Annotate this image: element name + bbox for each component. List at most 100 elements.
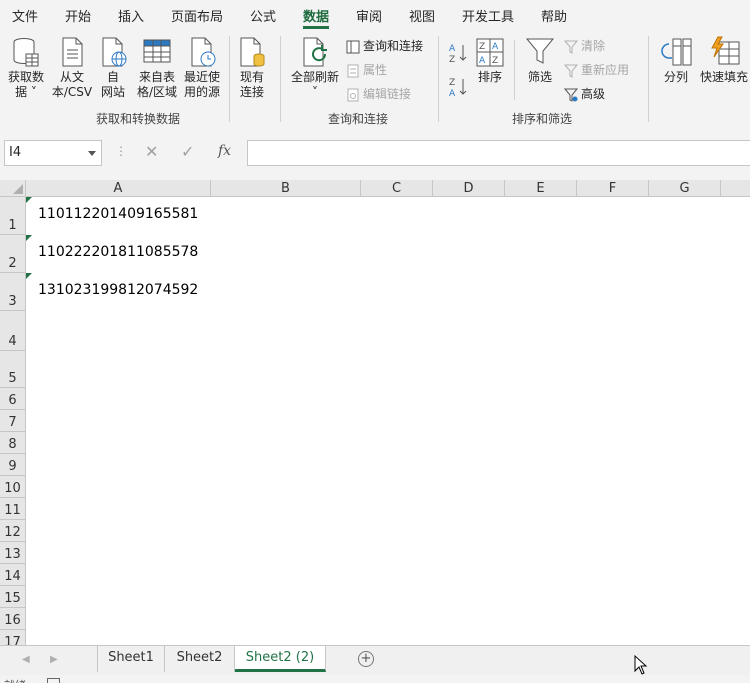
from-web-label-1: 自 (106, 70, 119, 84)
existing-connections-button[interactable]: 现有 连接 (234, 36, 270, 100)
scroll-tabs-left-icon[interactable]: ◀ (22, 654, 30, 665)
sheet-tab-sheet2-2[interactable]: Sheet2 (2) (235, 646, 326, 672)
column-header-b[interactable]: B (211, 180, 361, 197)
menu-tab-developer[interactable]: 开发工具 (462, 6, 514, 25)
row-header-15[interactable]: 15 (0, 586, 26, 608)
cancel-icon[interactable]: ✕ (145, 142, 158, 161)
svg-text:A: A (449, 44, 456, 54)
menu-tab-file[interactable]: 文件 (12, 6, 38, 25)
row-header-7[interactable]: 7 (0, 410, 26, 432)
from-text-csv-button[interactable]: 从文 本/CSV (50, 36, 94, 100)
queries-connections-button[interactable]: 查询和连接 (346, 37, 423, 55)
cell-a2[interactable]: 110222201811085578 (26, 244, 211, 260)
get-data-label-2: 据 ˅ (15, 85, 37, 99)
edit-links-button[interactable]: 编辑链接 (346, 85, 411, 103)
column-header-g[interactable]: G (649, 180, 721, 197)
sheet-tab-sheet2[interactable]: Sheet2 (165, 646, 235, 672)
cell-a3[interactable]: 131023199812074592 (26, 282, 211, 298)
existing-connections-label-2: 连接 (239, 85, 264, 99)
menu-tab-page-layout[interactable]: 页面布局 (171, 6, 223, 25)
advanced-filter-button[interactable]: 高级 (563, 85, 606, 103)
row-number: 5 (8, 371, 17, 386)
row-header-17[interactable]: 17 (0, 630, 26, 645)
row-header-5[interactable]: 5 (0, 351, 26, 388)
filter-button[interactable]: 筛选 (522, 36, 558, 85)
row-number: 6 (8, 393, 17, 408)
row-header-2[interactable]: 2 (0, 235, 26, 273)
menu-tab-home[interactable]: 开始 (65, 6, 91, 25)
cell-a1[interactable]: 110112201409165581 (26, 206, 211, 222)
group-label-queries: 查询和连接 (328, 112, 389, 126)
row-number: 10 (4, 481, 21, 496)
menu-tab-view[interactable]: 视图 (409, 6, 435, 25)
mouse-pointer-icon (634, 655, 648, 675)
refresh-all-dropdown-caret: ˅ (312, 85, 318, 99)
row-header-4[interactable]: 4 (0, 311, 26, 351)
column-header-a[interactable]: A (26, 180, 211, 197)
enter-icon[interactable]: ✓ (181, 142, 194, 161)
select-all-corner[interactable] (0, 180, 26, 197)
menu-tab-help[interactable]: 帮助 (541, 6, 567, 25)
ribbon-separator (229, 36, 230, 122)
reapply-button[interactable]: 重新应用 (563, 61, 630, 79)
queries-connections-label: 查询和连接 (363, 39, 424, 53)
formula-input[interactable] (247, 140, 750, 166)
from-web-button[interactable]: 自 网站 (96, 36, 130, 100)
menu-tab-review[interactable]: 审阅 (356, 6, 382, 25)
from-text-label-1: 从文 (59, 70, 84, 84)
column-header-h[interactable] (721, 180, 750, 197)
column-header-c[interactable]: C (361, 180, 433, 197)
number-stored-as-text-indicator[interactable] (26, 273, 32, 279)
row-header-3[interactable]: 3 (0, 273, 26, 311)
reapply-label: 重新应用 (581, 63, 630, 77)
menu-tab-formulas[interactable]: 公式 (250, 6, 276, 25)
row-header-16[interactable]: 16 (0, 608, 26, 630)
sort-ascending-button[interactable]: A Z (448, 42, 468, 66)
formula-bar-grip[interactable]: ⋮ (115, 144, 127, 158)
name-box-dropdown-icon[interactable] (88, 151, 96, 156)
row-header-6[interactable]: 6 (0, 388, 26, 410)
macro-recording-icon[interactable] (47, 678, 60, 683)
column-header-e[interactable]: E (505, 180, 577, 197)
reapply-icon (563, 64, 579, 78)
recent-sources-label-1: 最近使 (183, 70, 220, 84)
row-header-10[interactable]: 10 (0, 476, 26, 498)
row-number: 4 (8, 334, 17, 349)
text-to-columns-label: 分列 (663, 70, 688, 84)
row-header-9[interactable]: 9 (0, 454, 26, 476)
clear-filter-button[interactable]: 清除 (563, 37, 605, 55)
row-number: 13 (4, 547, 21, 562)
row-header-14[interactable]: 14 (0, 564, 26, 586)
add-sheet-icon[interactable]: + (358, 651, 374, 667)
row-header-13[interactable]: 13 (0, 542, 26, 564)
number-stored-as-text-indicator[interactable] (26, 235, 32, 241)
get-data-button[interactable]: 获取数 据 ˅ (4, 36, 48, 100)
sheet-tab-sheet1[interactable]: Sheet1 (97, 646, 165, 672)
text-to-columns-button[interactable]: 分列 (656, 36, 696, 85)
ribbon-separator (438, 36, 439, 122)
sort-button[interactable]: Z A A Z 排序 (474, 36, 506, 85)
refresh-all-button[interactable]: 全部刷新 ˅ (288, 36, 342, 100)
advanced-filter-label: 高级 (581, 87, 606, 101)
svg-text:A: A (492, 42, 499, 52)
scroll-tabs-right-icon[interactable]: ▶ (50, 654, 58, 665)
flash-fill-button[interactable]: 快速填充 (698, 36, 750, 85)
name-box[interactable]: I4 (4, 140, 102, 166)
worksheet-grid[interactable]: A B C D E F G 1 2 3 4 5 6 7 8 9 10 11 12… (0, 180, 750, 645)
menu-tab-data[interactable]: 数据 (303, 6, 330, 29)
insert-function-icon[interactable]: fx (218, 143, 231, 159)
properties-button[interactable]: 属性 (346, 61, 387, 79)
row-header-1[interactable]: 1 (0, 197, 26, 235)
row-header-12[interactable]: 12 (0, 520, 26, 542)
row-number: 7 (8, 415, 17, 430)
number-stored-as-text-indicator[interactable] (26, 197, 32, 203)
row-header-8[interactable]: 8 (0, 432, 26, 454)
row-header-11[interactable]: 11 (0, 498, 26, 520)
column-header-f[interactable]: F (577, 180, 649, 197)
from-table-range-button[interactable]: 来自表 格/区域 (134, 36, 180, 100)
menu-tab-insert[interactable]: 插入 (118, 6, 144, 25)
recent-sources-button[interactable]: 最近使 用的源 (180, 36, 224, 100)
column-header-d[interactable]: D (433, 180, 505, 197)
sort-descending-button[interactable]: Z A (448, 76, 468, 100)
text-file-icon (62, 37, 83, 67)
